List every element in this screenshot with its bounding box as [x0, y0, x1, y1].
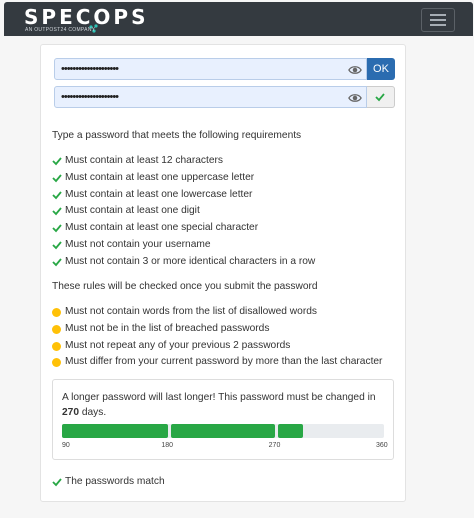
deferred-rule-text: Must not be in the list of breached pass…	[65, 322, 270, 334]
confirm-password-value: ••••••••••••••••••••	[61, 91, 119, 103]
check-icon	[52, 174, 62, 183]
strength-tick-label: 270	[268, 442, 281, 449]
check-icon	[52, 207, 62, 216]
requirement-text: Must not contain your username	[65, 239, 211, 250]
password-strength-panel: A longer password will last longer! This…	[52, 379, 394, 460]
requirement-text: Must contain at least one lowercase lett…	[65, 188, 253, 200]
strength-message: A longer password will last longer! This…	[62, 390, 387, 420]
navbar: SPECOPS AN OUTPOST24 COMPANY	[4, 2, 473, 36]
pending-dot-icon	[52, 357, 62, 368]
hamburger-icon-bar	[430, 19, 446, 21]
new-password-row: •••••••••••••••••••• OK	[54, 58, 395, 80]
requirement-text: Must contain at least one special charac…	[65, 222, 259, 234]
deferred-rules-intro: These rules will be checked once you sub…	[52, 281, 318, 292]
confirm-status	[367, 86, 395, 108]
pending-dot-icon	[52, 341, 62, 351]
check-icon	[52, 191, 62, 199]
requirement-text: Must contain at least one digit	[65, 205, 200, 217]
strength-bar	[62, 424, 384, 438]
confirm-password-row: ••••••••••••••••••••	[54, 86, 395, 108]
requirement-text: Must not contain 3 or more identical cha…	[65, 255, 316, 267]
check-icon	[52, 241, 62, 250]
check-icon	[52, 478, 62, 487]
pending-dot-icon	[52, 324, 62, 334]
requirements-intro: Type a password that meets the following…	[52, 130, 302, 141]
hamburger-icon-bar	[430, 24, 446, 26]
ok-button[interactable]: OK	[367, 58, 395, 80]
eye-icon[interactable]	[348, 91, 362, 105]
passwords-match-text: The passwords match	[65, 476, 165, 487]
check-icon	[375, 93, 385, 102]
new-password-input[interactable]: ••••••••••••••••••••	[54, 58, 367, 80]
password-card: •••••••••••••••••••• OK ••••••••••••••••…	[40, 44, 406, 502]
deferred-rule-text: Must differ from your current password b…	[65, 356, 383, 368]
strength-tick-label: 180	[161, 442, 174, 449]
brand-tagline: AN OUTPOST24 COMPANY	[25, 27, 96, 33]
hamburger-icon	[430, 14, 446, 16]
strength-tick-label: 90	[62, 442, 70, 449]
deferred-rule-text: Must not repeat any of your previous 2 p…	[65, 339, 291, 351]
pending-dot-icon	[52, 307, 62, 317]
confirm-password-input[interactable]: ••••••••••••••••••••	[54, 86, 367, 108]
check-icon	[52, 157, 62, 166]
deferred-rule-text: Must not contain words from the list of …	[65, 306, 317, 317]
strength-segment	[278, 424, 304, 438]
requirement-text: Must contain at least one uppercase lett…	[65, 171, 255, 183]
strength-days: 270	[62, 407, 79, 418]
menu-toggle-button[interactable]	[421, 8, 455, 32]
strength-text-after: days.	[81, 407, 107, 418]
eye-icon[interactable]	[348, 63, 362, 77]
brand-logo: SPECOPS	[24, 5, 149, 29]
requirement-text: Must contain at least 12 characters	[65, 155, 223, 166]
strength-segment	[62, 424, 168, 438]
strength-tick-label: 360	[376, 442, 388, 449]
check-icon	[52, 224, 62, 233]
strength-text-before: A longer password will last longer! This…	[62, 392, 376, 403]
check-icon	[52, 258, 62, 267]
strength-segment	[170, 424, 276, 438]
new-password-value: ••••••••••••••••••••	[61, 63, 119, 75]
